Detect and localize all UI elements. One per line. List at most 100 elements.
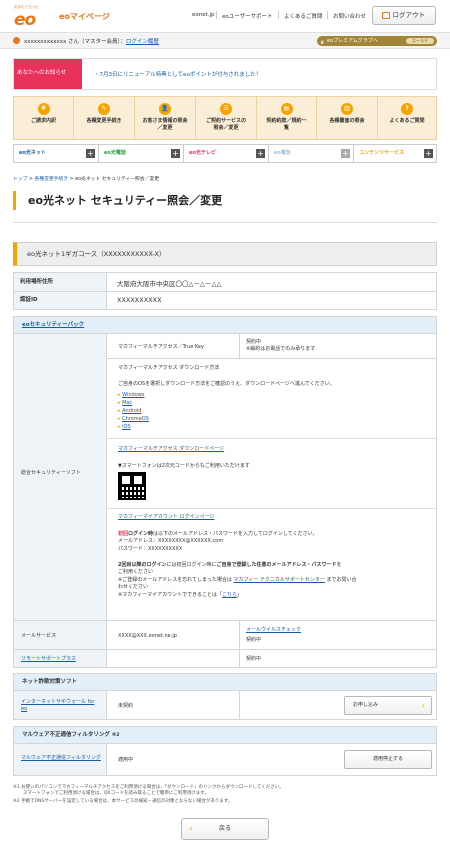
address-row: 利用場所住所 大阪府大阪市中央区〇〇△－△－△△ <box>13 272 437 292</box>
mail-virus-check-link[interactable]: メールウイルスチェック <box>246 627 301 634</box>
download-page-link[interactable]: マカフィーマルチアクセス ダウンロードページ <box>118 446 224 453</box>
second-login-mid: には初回ログイン時に <box>166 562 217 568</box>
crown-icon: ♛ <box>320 40 325 46</box>
nav-contact[interactable]: お問い合わせ <box>333 12 366 20</box>
sougou-label: 総合セキュリティーソフト <box>21 470 81 476</box>
main-menu: ¥ ご請求内訳 ✎ 各種変更手続き 👤 お客さま情報の照会 ／変更 ☰ ご契約サービスの… <box>13 96 437 140</box>
support-center-link[interactable]: マカフィー テクニカルサポートセンター <box>233 577 325 583</box>
service-eo-phone[interactable]: eo光電話 + <box>99 145 184 162</box>
page-title: eo光ネット セキュリティー照会／変更 <box>13 191 222 210</box>
malware-status: 適用中 <box>118 757 134 763</box>
plus-icon: + <box>424 149 433 158</box>
stop-apply-button[interactable]: 適用停止する <box>344 750 432 769</box>
here-link[interactable]: こちら <box>222 592 237 598</box>
security-pack-link[interactable]: eoセキュリティーパック <box>22 322 84 328</box>
divider <box>107 508 436 509</box>
service-label: eo光テレビ <box>189 150 216 156</box>
apply-button-label: お申し込み <box>353 702 379 708</box>
course-title: eo光ネット1ギガコース（XXXXXXXXXXX-X） <box>13 242 437 266</box>
plus-icon: + <box>256 149 265 158</box>
eo-logo[interactable]: あなたともっと eo <box>14 5 48 30</box>
login-pass: パスワード：XXXXXXXXXX <box>118 546 183 552</box>
remote-status: 契約中 <box>246 656 262 662</box>
service-eo-tv[interactable]: eo光テレビ + <box>184 145 269 162</box>
product-name: マカフィーマルチアクセス／True Key <box>118 344 204 350</box>
remote-support-link[interactable]: リモートサポートプラス <box>21 656 76 663</box>
menu-faq[interactable]: ? よくあるご質問 <box>378 97 436 139</box>
logout-icon <box>382 12 390 19</box>
service-eo-denki[interactable]: eo電気 + <box>269 145 354 162</box>
plus-icon: + <box>341 149 350 158</box>
back-button[interactable]: ‹ 戻る <box>181 818 269 840</box>
product-status-cell: 契約中 ※解約はお電話でのみ承ります <box>239 333 437 359</box>
nav-separator <box>216 11 217 19</box>
second-login-bold: 2回目以降のログイン <box>118 562 167 568</box>
mypage-title[interactable]: eoマイページ <box>59 11 110 22</box>
my-account-link[interactable]: マカフィーマイアカウント ログインページ <box>118 514 214 521</box>
menu-customer-info[interactable]: 👤 お客さま情報の照会 ／変更 <box>135 97 196 139</box>
service-eo-net[interactable]: eo光ネット + <box>14 145 99 162</box>
qr-note: ▼スマートフォンは2次元コードからもご利用いただけます <box>118 463 250 469</box>
nav-user-support[interactable]: eoユーザーサポート <box>222 12 273 20</box>
person-icon: 👤 <box>159 103 171 115</box>
menu-change-procedures[interactable]: ✎ 各種変更手続き <box>74 97 135 139</box>
avatar-icon <box>13 37 20 44</box>
menu-terms[interactable]: ▤ 契約約款／規約一 覧 <box>257 97 317 139</box>
yen-icon: ¥ <box>37 103 50 115</box>
second-login-text: 2回目以降のログインには初回ログイン時にご自身で登録した任意のメールアドレス・パ… <box>118 562 342 569</box>
nav-eonet[interactable]: eonet.jp <box>192 12 215 18</box>
fraud-product-link[interactable]: インターネットサギウォール for eo <box>21 699 101 712</box>
service-contents[interactable]: コンテンツサービス + <box>354 145 436 162</box>
plus-icon: + <box>171 149 180 158</box>
menu-label: 契約約款／規約一 覧 <box>266 118 307 131</box>
breadcrumb-top[interactable]: トップ <box>13 177 27 182</box>
first-login-rest: は以下のメールアドレス・パスワードを入力してログインしてください。 <box>153 531 318 537</box>
breadcrumb: トップ > 各種変更手続き > eo光ネット セキュリティー照会／変更 <box>13 177 160 182</box>
fraud-header: ネット詐欺対策ソフト <box>13 673 437 691</box>
service-tabs: eo光ネット + eo光電話 + eo光テレビ + eo電気 + コンテンツサービス + <box>13 144 437 163</box>
logout-label: ログアウト <box>392 11 426 19</box>
nav-separator <box>327 11 328 19</box>
os-mac-link[interactable]: Mac <box>122 400 132 406</box>
breadcrumb-procedures[interactable]: 各種変更手続き <box>34 177 68 182</box>
os-chromeos-link[interactable]: ChromeOS <box>122 416 149 422</box>
download-info-cell: マカフィーマルチアクセス ダウンロード方法 ご自身のOSを選択しダウンロード方法… <box>106 358 437 621</box>
os-android-link[interactable]: Android <box>122 408 141 414</box>
malware-link[interactable]: マルウェア不正通信フィルタリング <box>21 755 101 762</box>
apply-button[interactable]: お申し込み › <box>344 696 432 715</box>
can-a: ※マカフィーマイアカウントでできることは「 <box>118 592 222 598</box>
plus-icon: + <box>86 149 95 158</box>
first-login-bold: ログイン時 <box>128 531 154 537</box>
service-label: eo電気 <box>274 150 291 156</box>
address-value: 大阪府大阪市中央区〇〇△－△－△△ <box>117 280 222 288</box>
download-desc: ご自身のOSを選択しダウンロード方法をご確認のうえ、ダウンロードページへ進んでく… <box>118 381 335 387</box>
menu-label: お客さま情報の照会 ／変更 <box>142 118 188 131</box>
notice-message[interactable]: ・7月3日にリニューアル特典としてeoポイントが付与されました！ <box>94 70 261 78</box>
menu-documents[interactable]: ▥ 各種書面の照会 <box>317 97 378 139</box>
menu-label: 各種書面の照会 <box>329 118 365 124</box>
service-label: eo光ネット <box>19 150 46 156</box>
nav-separator <box>278 11 279 19</box>
product-note: ※解約はお電話でのみ承ります <box>246 346 316 352</box>
menu-billing[interactable]: ¥ ご請求内訳 <box>14 97 74 139</box>
divider <box>107 438 436 439</box>
auth-row: 認証ID XXXXXXXXXX <box>13 291 437 310</box>
logout-button[interactable]: ログアウト <box>372 6 436 25</box>
premium-club-link[interactable]: ♛ eoプレミアムクラブへ ゴールド <box>317 36 437 46</box>
sougou-label-cell: 総合セキュリティーソフト <box>13 333 107 621</box>
auth-label: 認証ID <box>14 292 107 309</box>
login-history-link[interactable]: ログイン履歴 <box>126 39 159 45</box>
nav-faq[interactable]: よくあるご質問 <box>284 12 323 20</box>
mail-address: XXXX@XXX.eonet.ne.jp <box>118 633 177 639</box>
logo-text: eo <box>14 10 36 30</box>
qr-code <box>118 472 146 500</box>
os-windows-link[interactable]: Windows <box>122 392 144 398</box>
menu-contract-services[interactable]: ☰ ご契約サービスの 照会／変更 <box>196 97 257 139</box>
first-login-text: 初回ログイン時は以下のメールアドレス・パスワードを入力してログインしてください。 <box>118 531 318 538</box>
can-b: 」 <box>237 592 243 598</box>
os-ios-link[interactable]: iOS <box>122 424 131 430</box>
premium-label: eoプレミアムクラブへ <box>327 38 378 44</box>
mail-status: 契約中 <box>246 637 262 643</box>
menu-label: ご請求内訳 <box>30 118 56 124</box>
login-mail: メールアドレス：XXXXXXXX@XXXXXX.com <box>118 538 224 544</box>
